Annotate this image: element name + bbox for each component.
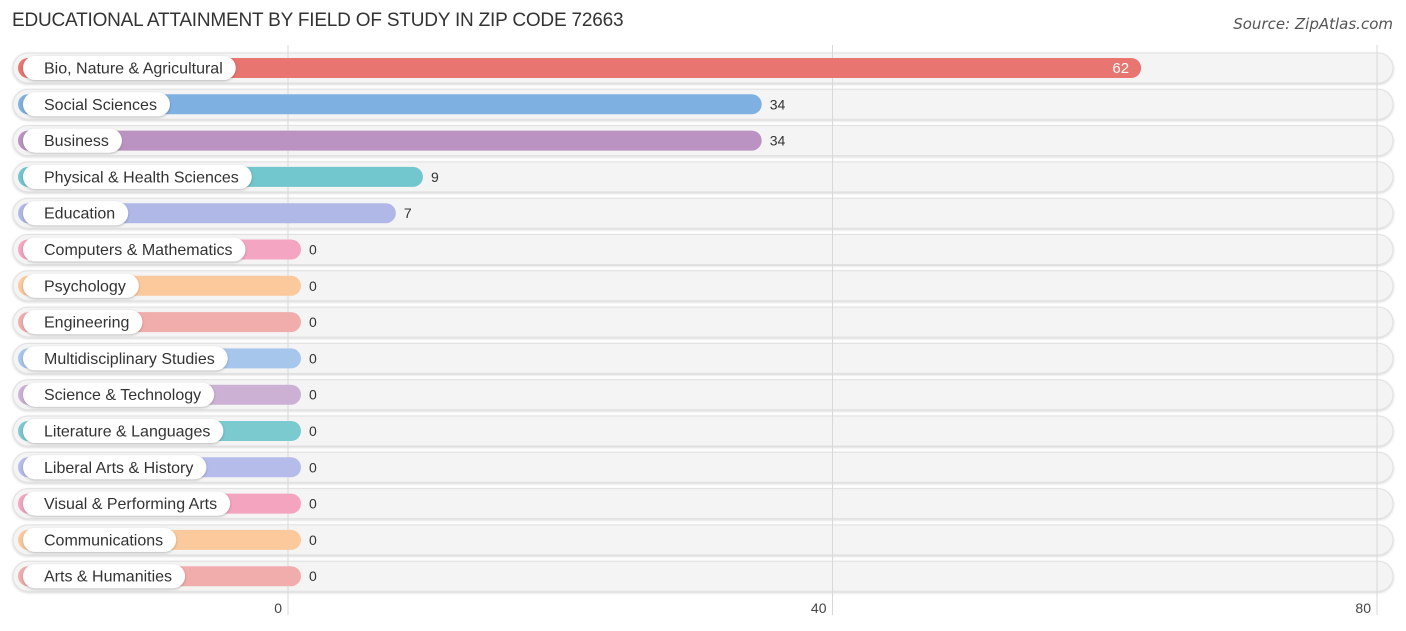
category-label: Bio, Nature & Agricultural xyxy=(44,61,223,78)
category-label: Computers & Mathematics xyxy=(44,242,233,259)
value-label: 0 xyxy=(309,278,317,294)
value-label: 0 xyxy=(309,532,317,548)
x-tick-label: 80 xyxy=(1355,600,1371,616)
value-label: 34 xyxy=(770,96,786,112)
category-label: Psychology xyxy=(44,278,126,295)
value-label: 0 xyxy=(309,568,317,584)
category-label: Social Sciences xyxy=(44,97,157,114)
category-label: Engineering xyxy=(44,315,129,332)
value-label: 0 xyxy=(309,496,317,512)
category-label: Arts & Humanities xyxy=(44,569,172,586)
category-label: Liberal Arts & History xyxy=(44,460,193,477)
value-label: 0 xyxy=(309,314,317,330)
value-label: 0 xyxy=(309,423,317,439)
x-tick-label: 0 xyxy=(274,600,282,616)
bar[interactable] xyxy=(18,130,762,151)
value-label: 62 xyxy=(1112,60,1129,77)
bar-chart: Bio, Nature & Agricultural Social Science… xyxy=(12,45,1394,616)
value-label: 0 xyxy=(309,459,317,475)
value-label: 7 xyxy=(404,205,412,221)
category-label: Physical & Health Sciences xyxy=(44,169,239,186)
value-label: 9 xyxy=(431,169,439,185)
value-label: 0 xyxy=(309,387,317,403)
category-label: Communications xyxy=(44,532,163,549)
x-axis: 0 40 80 xyxy=(274,600,1371,616)
category-label: Visual & Performing Arts xyxy=(44,496,217,513)
category-label: Literature & Languages xyxy=(44,424,210,441)
category-label: Science & Technology xyxy=(44,387,201,404)
value-label: 34 xyxy=(770,133,786,149)
x-tick-label: 40 xyxy=(811,600,827,616)
value-label: 0 xyxy=(309,350,317,366)
category-label: Business xyxy=(44,133,109,150)
value-label: 0 xyxy=(309,242,317,258)
category-label: Education xyxy=(44,206,115,223)
category-label: Multidisciplinary Studies xyxy=(44,351,215,368)
